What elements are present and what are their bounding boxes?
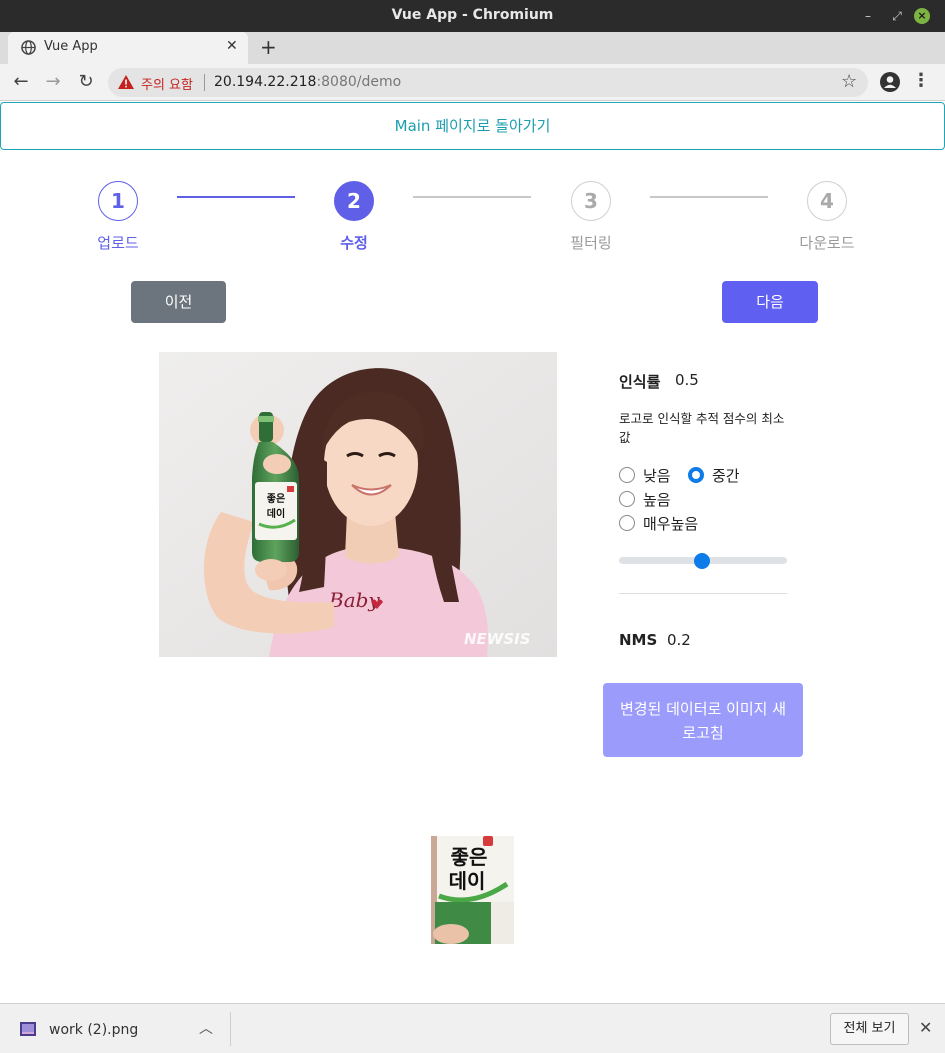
radio-low-label: 낮음: [643, 467, 671, 485]
step-connector-1: [177, 196, 295, 198]
shirt-print: Baby: [328, 588, 380, 612]
step-4-label: 다운로드: [799, 234, 855, 252]
nms-title: NMS: [619, 631, 658, 649]
image-file-icon: [20, 1022, 36, 1036]
step-1-circle[interactable]: 1: [98, 181, 138, 221]
reload-icon[interactable]: ↻: [74, 70, 98, 94]
bookmark-star-icon[interactable]: ☆: [841, 71, 857, 92]
radio-medium-dot[interactable]: [688, 467, 704, 483]
window-titlebar: Vue App - Chromium – ⤢ ×: [0, 0, 945, 32]
step-2-label: 수정: [340, 234, 368, 252]
step-1-label: 업로드: [97, 234, 139, 252]
url-path: :8080/demo: [316, 74, 402, 90]
back-to-main-link[interactable]: Main 페이지로 돌아가기: [0, 102, 945, 150]
menu-icon[interactable]: ⋮: [912, 70, 930, 91]
radio-high-label: 높음: [643, 491, 671, 509]
show-all-downloads-button[interactable]: 전체 보기: [830, 1013, 909, 1045]
photo-watermark: NEWSIS: [464, 630, 531, 648]
back-icon[interactable]: ←: [9, 70, 33, 94]
step-3-circle[interactable]: 3: [571, 181, 611, 221]
close-shelf-icon[interactable]: ✕: [919, 1018, 932, 1037]
new-tab-icon[interactable]: +: [260, 35, 277, 59]
step-3-label: 필터링: [570, 234, 612, 252]
settings-panel: 인식률 0.5 로고로 인식할 추적 점수의 최소값 낮음 중간 높음 매우높음…: [603, 352, 803, 762]
step-2-circle[interactable]: 2: [334, 181, 374, 221]
forward-icon[interactable]: →: [41, 70, 65, 94]
crop-label-bottom: 데이: [449, 869, 486, 893]
chevron-up-icon[interactable]: ︿: [199, 1018, 213, 1038]
minimize-icon[interactable]: –: [858, 6, 878, 26]
url-text[interactable]: 20.194.22.218:8080/demo: [214, 74, 401, 90]
close-window-icon[interactable]: ×: [914, 8, 930, 24]
nms-value: 0.2: [667, 631, 691, 649]
next-button[interactable]: 다음: [722, 281, 818, 323]
confidence-slider-thumb[interactable]: [694, 553, 710, 569]
bottle-label-bottom: 데이: [267, 507, 285, 520]
url-host: 20.194.22.218: [214, 74, 317, 90]
window-title: Vue App - Chromium: [391, 7, 554, 23]
globe-icon: [21, 40, 36, 55]
radio-medium-label: 중간: [712, 467, 740, 485]
radio-high-dot[interactable]: [619, 491, 635, 507]
confidence-description: 로고로 인식할 추적 점수의 최소값: [619, 411, 785, 445]
browser-toolbar: ← → ↻ 주의 요함 20.194.22.218:8080/demo ☆ ⋮: [0, 64, 945, 101]
radio-very-high-label: 매우높음: [643, 515, 699, 533]
photo-illustration: Baby 좋은 데이 NEWSIS: [159, 352, 557, 657]
uploaded-photo: Baby 좋은 데이 NEWSIS: [159, 352, 557, 657]
radio-low-dot[interactable]: [619, 467, 635, 483]
warning-icon: [118, 75, 134, 89]
download-file-name[interactable]: work (2).png: [49, 1022, 138, 1038]
confidence-title: 인식률: [619, 373, 661, 391]
prev-button[interactable]: 이전: [131, 281, 226, 323]
tab-title: Vue App: [44, 39, 98, 54]
confidence-value: 0.5: [675, 371, 699, 389]
shelf-divider: [230, 1012, 231, 1046]
progress-stepper: 1 업로드 2 수정 3 필터링 4 다운로드: [0, 178, 945, 258]
detected-logo-crop: 좋은 데이: [431, 836, 514, 944]
tab-strip: Vue App ✕ +: [0, 32, 945, 64]
step-connector-2: [413, 196, 531, 198]
profile-icon[interactable]: [880, 72, 900, 92]
security-warning[interactable]: 주의 요함: [141, 74, 193, 93]
crop-label-top: 좋은: [451, 845, 488, 869]
tab-close-icon[interactable]: ✕: [226, 38, 238, 54]
download-shelf: work (2).png ︿ 전체 보기 ✕: [0, 1003, 945, 1053]
radio-very-high-dot[interactable]: [619, 515, 635, 531]
bottle-label-top: 좋은: [267, 493, 285, 505]
panel-divider: [619, 593, 787, 594]
refresh-image-button[interactable]: 변경된 데이터로 이미지 새로고침: [603, 683, 803, 757]
browser-tab[interactable]: Vue App ✕: [8, 32, 248, 64]
address-divider: [204, 74, 205, 91]
step-connector-3: [650, 196, 768, 198]
maximize-icon[interactable]: ⤢: [887, 6, 907, 26]
address-bar[interactable]: 주의 요함 20.194.22.218:8080/demo ☆: [108, 68, 868, 97]
crop-illustration: 좋은 데이: [431, 836, 514, 944]
step-4-circle[interactable]: 4: [807, 181, 847, 221]
